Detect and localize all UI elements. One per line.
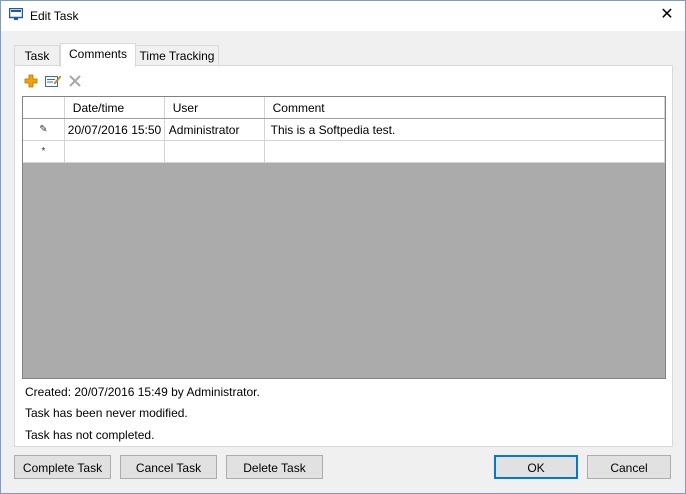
cell-datetime[interactable]: 20/07/2016 15:50	[64, 118, 165, 141]
created-info: Created: 20/07/2016 15:49 by Administrat…	[25, 385, 260, 399]
cell-user[interactable]: Administrator	[164, 118, 265, 141]
completed-info: Task has not completed.	[25, 428, 155, 442]
app-icon	[9, 8, 23, 20]
comments-grid: Date/time User Comment ✎ 20/07/2016 15:5…	[22, 96, 666, 379]
add-comment-button[interactable]	[21, 71, 41, 91]
new-cell-user[interactable]	[164, 140, 265, 163]
table-row[interactable]: ✎ 20/07/2016 15:50 Administrator This is…	[23, 118, 665, 141]
grid-header-row: Date/time User Comment	[23, 97, 665, 119]
cell-comment[interactable]: This is a Softpedia test.	[264, 118, 665, 141]
column-header-datetime[interactable]: Date/time	[64, 97, 165, 119]
plus-icon	[24, 74, 38, 88]
row-edit-marker-icon: ✎	[23, 118, 65, 141]
modified-info: Task has been never modified.	[25, 406, 188, 420]
close-icon[interactable]: ✕	[656, 4, 678, 26]
edit-comment-button[interactable]	[43, 71, 63, 91]
window-title: Edit Task	[30, 9, 79, 23]
tab-task[interactable]: Task	[14, 45, 60, 66]
new-cell-datetime[interactable]	[64, 140, 165, 163]
ok-button[interactable]: OK	[494, 455, 578, 479]
delete-task-button[interactable]: Delete Task	[226, 455, 323, 479]
new-cell-comment[interactable]	[264, 140, 665, 163]
edit-icon	[45, 75, 61, 87]
comments-panel: Date/time User Comment ✎ 20/07/2016 15:5…	[14, 65, 673, 447]
delete-icon	[69, 75, 81, 87]
column-header-user[interactable]: User	[164, 97, 265, 119]
delete-comment-button[interactable]	[65, 71, 85, 91]
tab-time-tracking[interactable]: Time Tracking	[135, 45, 219, 66]
cancel-button[interactable]: Cancel	[587, 455, 671, 479]
complete-task-button[interactable]: Complete Task	[14, 455, 111, 479]
column-header-comment[interactable]: Comment	[264, 97, 665, 119]
new-row-marker: *	[23, 140, 65, 163]
new-row[interactable]: *	[23, 140, 665, 163]
cancel-task-button[interactable]: Cancel Task	[120, 455, 217, 479]
grid-corner-cell	[23, 97, 65, 119]
tab-comments[interactable]: Comments	[60, 43, 136, 67]
title-bar: Edit Task ✕	[0, 0, 686, 31]
